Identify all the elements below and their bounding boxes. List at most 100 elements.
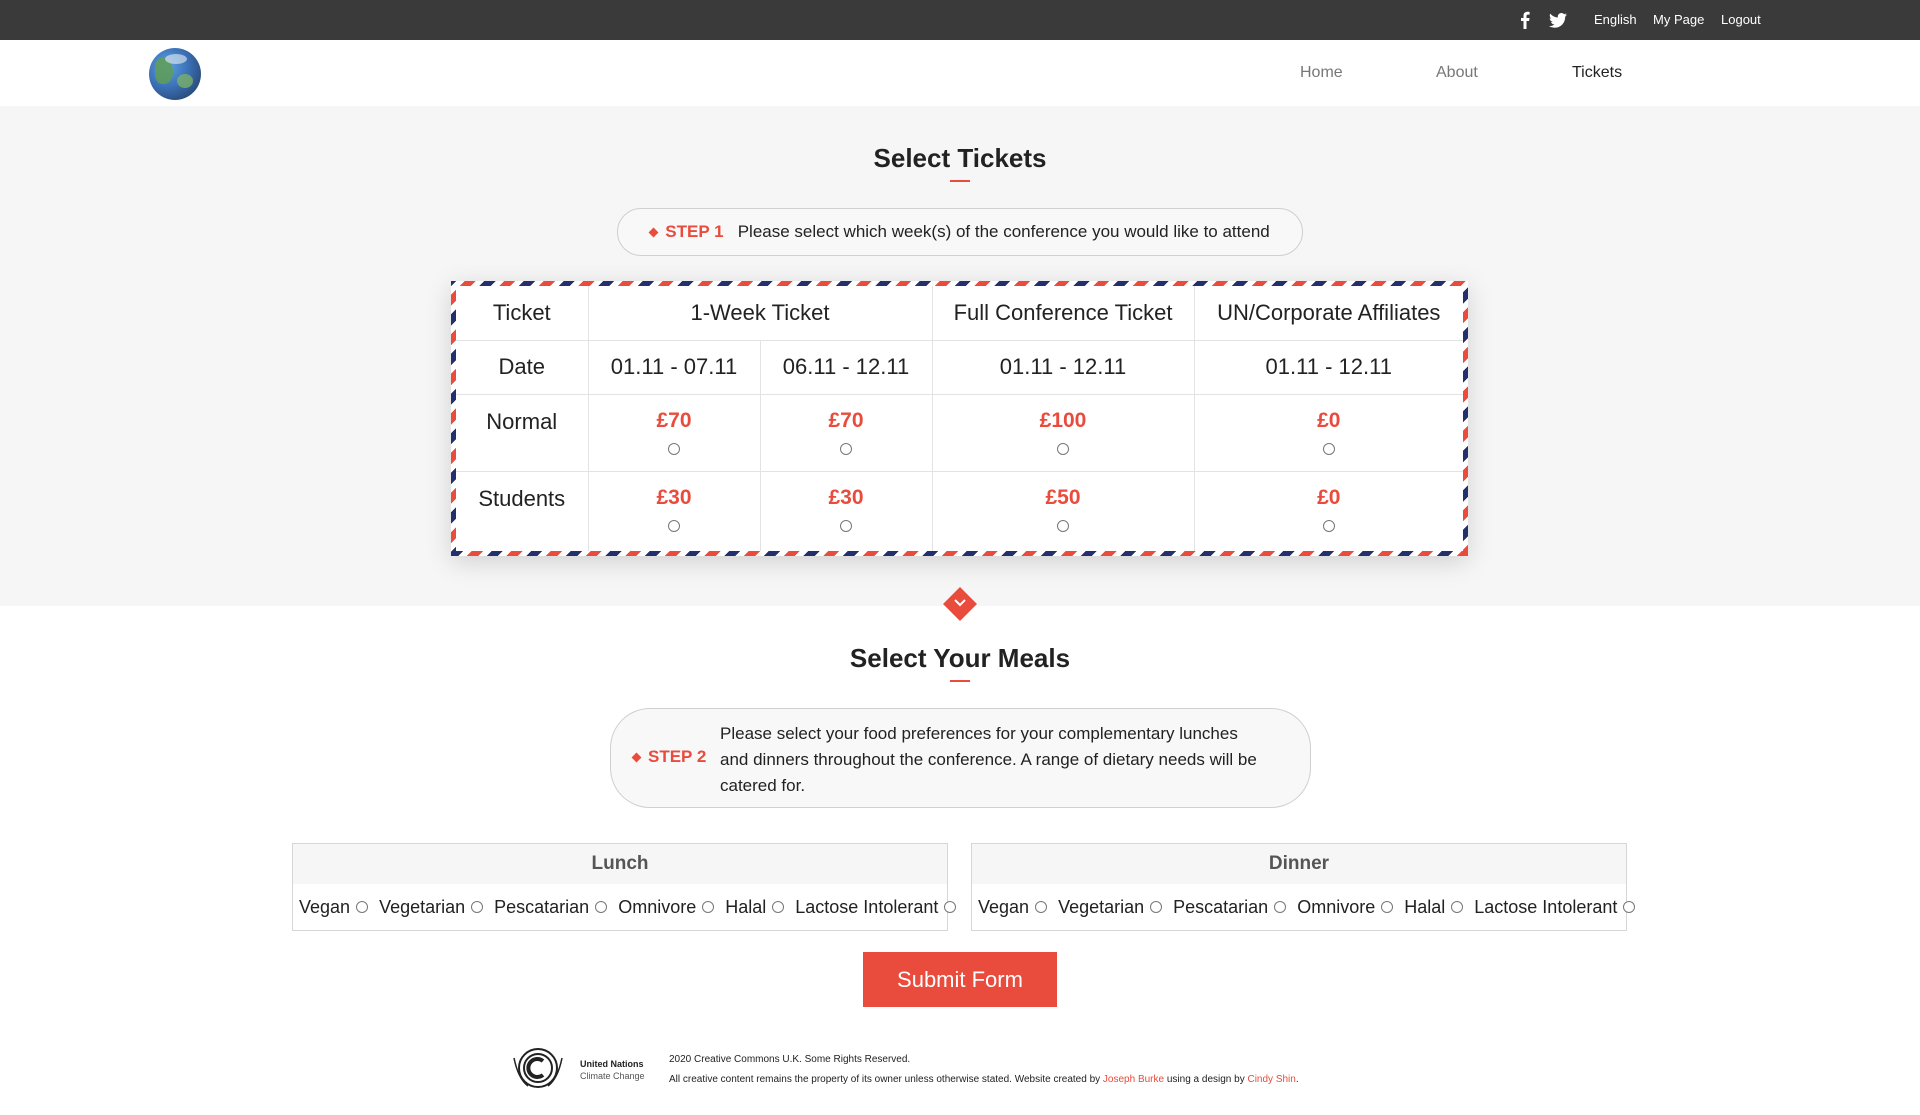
option-label: Lactose Intolerant [795, 896, 939, 917]
header-one-week: 1-Week Ticket [587, 286, 933, 341]
header-full-conference: Full Conference Ticket [931, 286, 1195, 341]
twitter-icon[interactable] [1548, 10, 1568, 30]
facebook-icon[interactable] [1516, 10, 1534, 30]
price: £50 [1045, 485, 1081, 509]
org-line: Climate Change [580, 1071, 645, 1081]
nav-home[interactable]: Home [1300, 64, 1343, 82]
step-2-line: catered for. [720, 776, 806, 795]
meal-radio[interactable] [595, 901, 608, 913]
credit-mid: using a design by [1166, 1074, 1245, 1085]
meal-radio[interactable] [1150, 901, 1163, 913]
step-2-line: Please select your food preferences for … [720, 724, 1238, 743]
main-navbar [0, 40, 1920, 106]
dinner-option-omnivore[interactable]: Omnivore [1297, 897, 1394, 918]
diamond-bullet-icon [648, 227, 659, 238]
title-underline [950, 680, 970, 682]
table-header-row: Ticket 1-Week Ticket Full Conference Tic… [456, 286, 1463, 341]
lunch-option-omnivore[interactable]: Omnivore [618, 896, 715, 918]
ticket-radio[interactable] [1057, 519, 1069, 532]
earth-globe-icon[interactable] [149, 48, 201, 100]
option-label: Vegan [978, 896, 1030, 917]
step-2-line: and dinners throughout the conference. A… [720, 750, 1257, 769]
dinner-option-pescatarian[interactable]: Pescatarian [1173, 896, 1287, 918]
author-link[interactable]: Joseph Burke [1103, 1074, 1164, 1085]
header-ticket: Ticket [456, 286, 589, 341]
date-cell: 01.11 - 12.11 [931, 339, 1195, 395]
table-row-students: Students £30 £30 £50 £0 [456, 470, 1463, 551]
meal-radio[interactable] [1274, 901, 1287, 913]
ticket-radio[interactable] [840, 519, 852, 532]
option-label: Vegan [299, 896, 351, 917]
lunch-options: Vegan Vegetarian Pescatarian Omnivore Ha… [293, 884, 957, 930]
meal-radio[interactable] [471, 901, 484, 913]
price: £70 [828, 408, 864, 432]
lunch-title: Lunch [293, 844, 947, 884]
dinner-option-vegetarian[interactable]: Vegetarian [1058, 896, 1163, 918]
designer-link[interactable]: Cindy Shin [1247, 1074, 1295, 1085]
meal-radio[interactable] [1381, 901, 1394, 913]
credit-suffix: . [1295, 1074, 1299, 1085]
dinner-option-lactose-intolerant[interactable]: Lactose Intolerant [1474, 896, 1636, 918]
lunch-option-halal[interactable]: Halal [725, 897, 785, 918]
lunch-option-pescatarian[interactable]: Pescatarian [494, 896, 608, 918]
option-label: Vegetarian [379, 896, 466, 917]
row-label-normal: Normal [456, 393, 589, 472]
price-cell: £0 [1193, 393, 1463, 472]
step-1-pill: STEP 1 Please select which week(s) of th… [617, 208, 1303, 256]
my-page-link[interactable]: My Page [1653, 12, 1704, 27]
price: £100 [1039, 408, 1087, 432]
logout-link[interactable]: Logout [1721, 12, 1761, 27]
step-2-pill: STEP 2 Please select your food preferenc… [610, 708, 1311, 808]
ticket-radio[interactable] [1322, 442, 1335, 455]
lunch-option-vegetarian[interactable]: Vegetarian [379, 896, 484, 918]
step-2-text: Please select your food preferences for … [720, 721, 1257, 799]
tickets-title: Select Tickets [873, 143, 1047, 173]
price-cell: £70 [587, 393, 761, 472]
date-cell: 01.11 - 07.11 [587, 339, 761, 395]
dinner-box: Dinner Vegan Vegetarian Pescatarian Omni… [971, 843, 1636, 931]
dinner-options: Vegan Vegetarian Pescatarian Omnivore Ha… [972, 884, 1636, 930]
copyright-text: 2020 Creative Commons U.K. Some Rights R… [669, 1054, 911, 1065]
price: £0 [1317, 485, 1341, 509]
dinner-title: Dinner [972, 844, 1626, 884]
lunch-box: Lunch Vegan Vegetarian Pescatarian Omniv… [292, 843, 957, 931]
price: £30 [828, 485, 864, 509]
ticket-radio[interactable] [840, 442, 852, 455]
ticket-table: Ticket 1-Week Ticket Full Conference Tic… [456, 286, 1463, 551]
option-label: Vegetarian [1058, 896, 1145, 917]
meal-radio[interactable] [772, 901, 785, 913]
nav-tickets[interactable]: Tickets [1572, 64, 1622, 82]
option-label: Pescatarian [1173, 896, 1269, 917]
meal-radio[interactable] [356, 901, 369, 913]
option-label: Pescatarian [494, 896, 590, 917]
meal-radio[interactable] [1623, 901, 1636, 913]
lunch-option-lactose-intolerant[interactable]: Lactose Intolerant [795, 896, 957, 918]
meal-radio[interactable] [702, 901, 715, 913]
credit-prefix: All creative content remains the propert… [669, 1074, 1101, 1085]
language-link[interactable]: English [1594, 12, 1637, 27]
dinner-option-vegan[interactable]: Vegan [978, 896, 1048, 918]
ticket-table-airmail-border: Ticket 1-Week Ticket Full Conference Tic… [451, 281, 1468, 556]
ticket-radio[interactable] [668, 442, 680, 455]
lunch-option-vegan[interactable]: Vegan [299, 896, 369, 918]
meal-radio[interactable] [944, 901, 957, 913]
step-2-label-wrap: STEP 2 [631, 747, 707, 767]
step-1-text: Please select which week(s) of the confe… [737, 222, 1270, 241]
step-1-label: STEP 1 [665, 222, 724, 241]
ticket-radio[interactable] [1322, 519, 1335, 532]
dinner-option-halal[interactable]: Halal [1404, 897, 1464, 918]
meal-radio[interactable] [1035, 901, 1048, 913]
nav-about[interactable]: About [1436, 64, 1478, 82]
price: £0 [1317, 408, 1341, 432]
meals-title: Select Your Meals [849, 643, 1071, 673]
ticket-radio[interactable] [1057, 442, 1069, 455]
title-underline [950, 180, 970, 182]
un-logo-text: United Nations Climate Change [580, 1058, 645, 1082]
option-label: Lactose Intolerant [1474, 896, 1618, 917]
org-line: United Nations [580, 1059, 644, 1069]
option-label: Omnivore [618, 896, 697, 917]
step-2-label: STEP 2 [648, 747, 707, 766]
ticket-radio[interactable] [668, 519, 680, 532]
meal-radio[interactable] [1451, 901, 1464, 913]
submit-button[interactable]: Submit Form [863, 952, 1057, 1007]
